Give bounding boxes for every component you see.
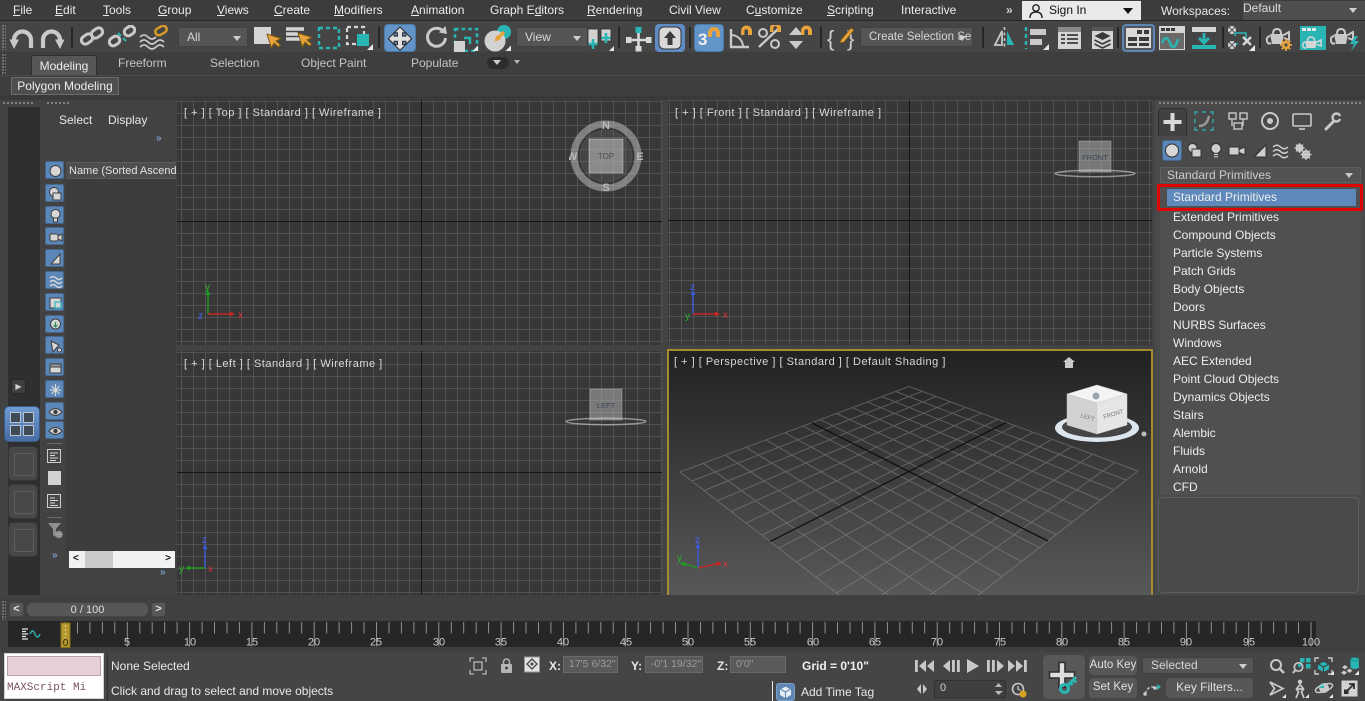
- svg-text:E: E: [636, 151, 643, 163]
- svg-text:TOP: TOP: [598, 152, 614, 161]
- svg-text:3: 3: [698, 30, 707, 49]
- svg-text:90: 90: [1180, 637, 1192, 649]
- svg-text:S: S: [602, 182, 609, 193]
- svg-text:75: 75: [994, 637, 1006, 649]
- svg-text:10: 10: [184, 637, 196, 649]
- svg-text:50: 50: [682, 637, 694, 649]
- svg-text:5: 5: [124, 637, 130, 649]
- svg-text:30: 30: [433, 637, 445, 649]
- svg-text:x: x: [238, 310, 243, 321]
- svg-text:60: 60: [807, 637, 819, 649]
- svg-text:25: 25: [370, 637, 382, 649]
- svg-text:z: z: [198, 311, 203, 322]
- svg-text:x: x: [723, 310, 728, 321]
- svg-text:40: 40: [557, 637, 569, 649]
- svg-text:20: 20: [308, 637, 320, 649]
- svg-text:70: 70: [931, 637, 943, 649]
- svg-text:y: y: [205, 282, 210, 293]
- svg-text:35: 35: [495, 637, 507, 649]
- svg-text:N: N: [602, 120, 610, 132]
- svg-text:45: 45: [620, 637, 632, 649]
- svg-text:y: y: [677, 553, 682, 564]
- svg-text:FRONT: FRONT: [1082, 153, 1108, 162]
- svg-text:55: 55: [744, 637, 756, 649]
- svg-text:100: 100: [1302, 637, 1320, 649]
- svg-text:95: 95: [1243, 637, 1255, 649]
- svg-text:65: 65: [869, 637, 881, 649]
- svg-text:y: y: [179, 564, 184, 575]
- svg-text:LEFT: LEFT: [597, 401, 616, 410]
- svg-text:0: 0: [63, 638, 69, 649]
- svg-text:y: y: [685, 311, 690, 322]
- svg-text:z: z: [202, 535, 207, 546]
- svg-text:85: 85: [1118, 637, 1130, 649]
- svg-text:x: x: [208, 564, 213, 575]
- svg-text:15: 15: [246, 637, 258, 649]
- svg-text:x: x: [723, 559, 728, 570]
- svg-text:z: z: [695, 536, 700, 546]
- svg-text:{: {: [827, 26, 834, 51]
- svg-text:z: z: [690, 282, 695, 293]
- svg-text:80: 80: [1056, 637, 1068, 649]
- svg-text:W: W: [569, 151, 578, 163]
